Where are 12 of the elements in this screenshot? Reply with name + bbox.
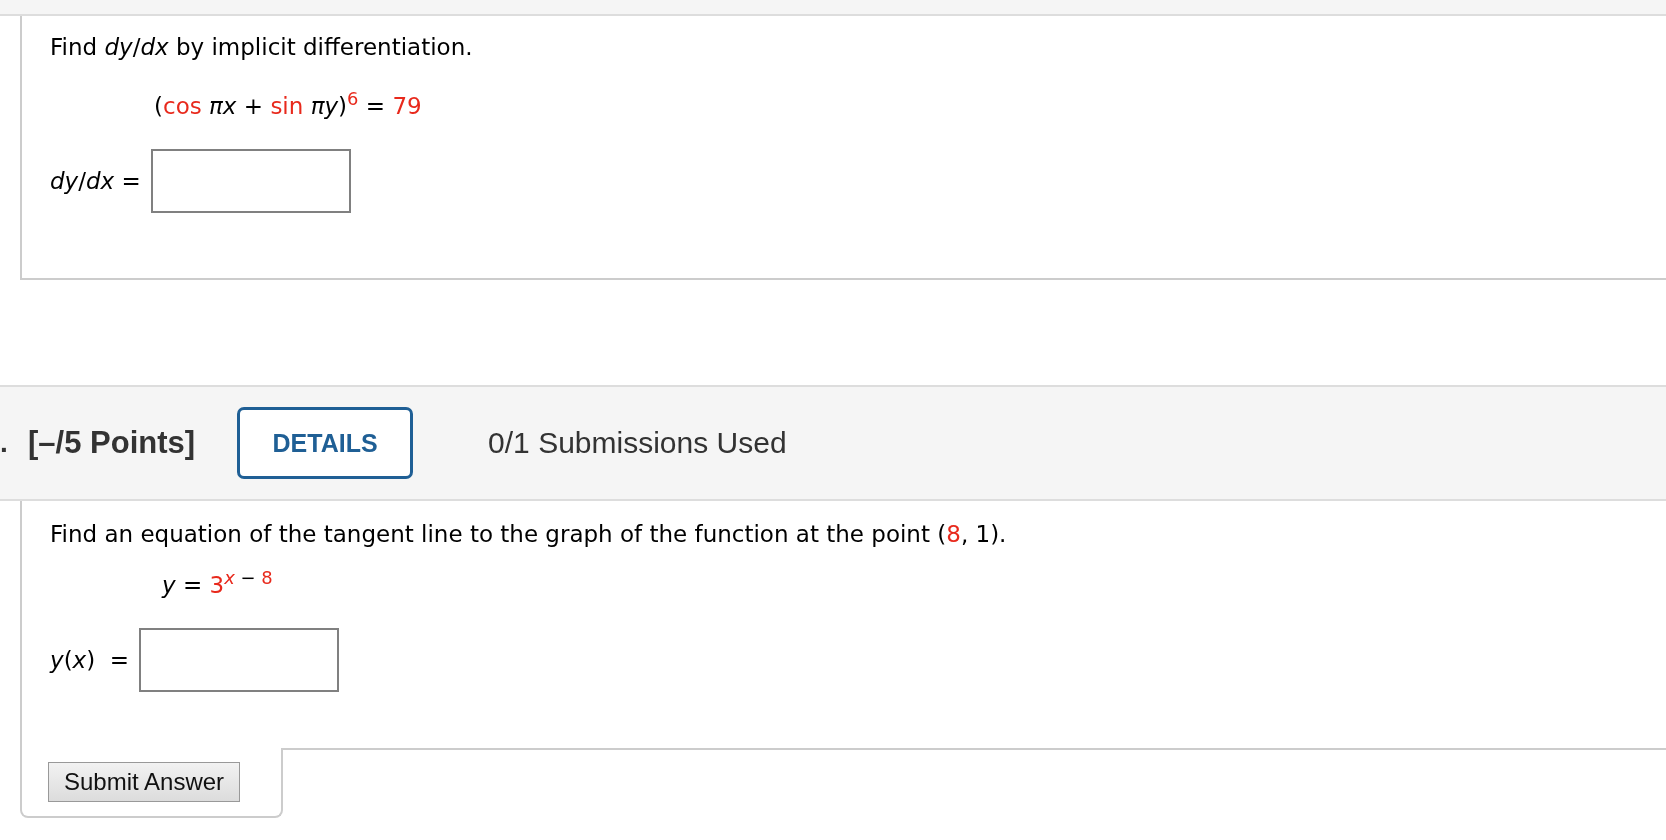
question-number: . (0, 427, 9, 459)
answer-label: y(x) = (50, 646, 130, 673)
details-button[interactable]: DETAILS (237, 407, 414, 479)
answer-field[interactable] (139, 627, 340, 692)
equation: (cos πx + sin πy)$^{6}$ = 79 (154, 88, 423, 119)
submit-answer-button[interactable]: Submit Answer (48, 761, 241, 802)
question-prompt: Find an equation of the tangent line to the graph of the function at the point (8, 1). (50, 521, 1008, 547)
answer-label: dy/dx = (50, 167, 141, 194)
question-prompt: Find dy/dx by implicit differentiation. (50, 34, 474, 60)
points-label: [–/5 Points] (28, 425, 196, 461)
submissions-count: 0/1 Submissions Used (488, 426, 787, 460)
answer-field[interactable] (150, 148, 351, 213)
